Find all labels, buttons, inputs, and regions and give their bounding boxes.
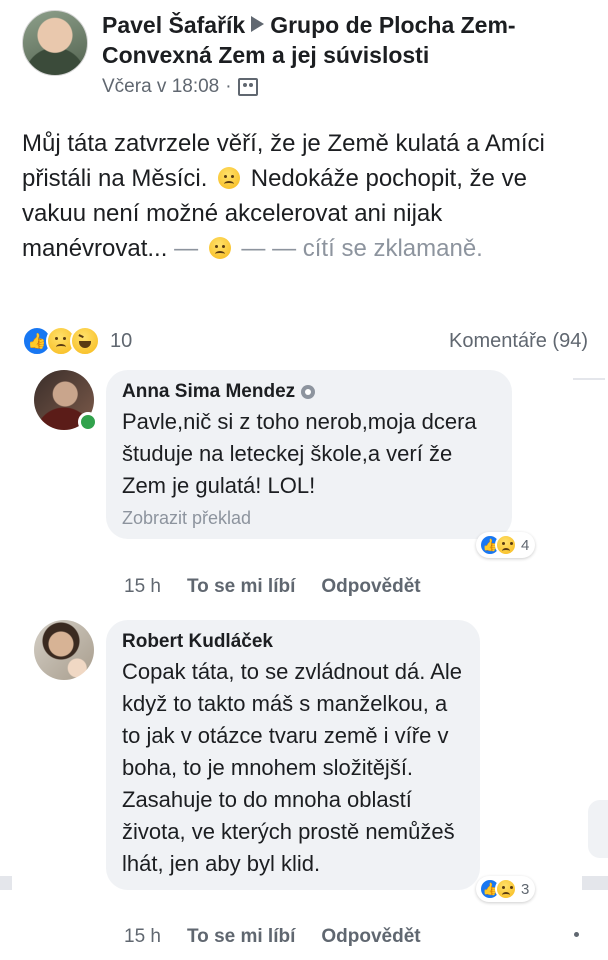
comment-author[interactable]: Robert Kudláček xyxy=(122,630,273,654)
feeling-dash-2: — — xyxy=(241,235,297,262)
online-status-dot xyxy=(78,412,98,432)
feeling-dash: — xyxy=(174,235,199,262)
author-name-link[interactable]: Pavel Šafařík xyxy=(102,12,245,38)
post-meta: Včera v 18:08 · xyxy=(102,76,602,98)
comment-time[interactable]: 15 h xyxy=(124,926,161,948)
like-button[interactable]: To se mi líbí xyxy=(187,576,295,598)
side-handle[interactable] xyxy=(588,800,608,858)
more-indicator xyxy=(574,932,579,937)
comment-actions: 15 h To se mi líbí Odpovědět xyxy=(124,926,421,948)
comment-text: Copak táta, to se zvládnout dá. Ale když… xyxy=(122,659,463,876)
comment-author-row: Robert Kudláček xyxy=(122,630,464,654)
badge-icon xyxy=(301,385,316,399)
reaction-count[interactable]: 10 xyxy=(110,330,132,353)
comment-author-row: Anna Sima Mendez xyxy=(122,380,496,404)
arrow-right-icon xyxy=(251,16,265,32)
sad-reaction-icon xyxy=(495,534,517,556)
scroll-edge-left xyxy=(0,876,12,890)
post-title-line-1: Pavel Šafařík Grupo de Plocha Zem- xyxy=(102,10,602,40)
comment-time[interactable]: 15 h xyxy=(124,576,161,598)
divider xyxy=(573,378,605,380)
comment-reactions[interactable]: 👍 3 xyxy=(476,876,536,902)
disappointed-face-icon xyxy=(208,237,231,259)
group-icon xyxy=(237,78,258,96)
author-avatar[interactable] xyxy=(22,10,88,76)
meta-separator: · xyxy=(225,76,232,97)
group-name-link-line-2[interactable]: Convexná Zem a jej súvislosti xyxy=(102,40,602,70)
comment-author[interactable]: Anna Sima Mendez xyxy=(122,380,295,404)
comment-bubble: Robert Kudláček Copak táta, to se zvládn… xyxy=(106,620,480,890)
post-body: Můj táta zatvrzele věří, že je Země kula… xyxy=(22,126,592,266)
comment-reactions[interactable]: 👍 4 xyxy=(476,532,536,558)
comments-count-link[interactable]: Komentáře (94) xyxy=(449,330,588,353)
comment-reaction-count: 4 xyxy=(521,536,530,554)
group-name-link[interactable]: Grupo de Plocha Zem- xyxy=(270,12,515,38)
reply-button[interactable]: Odpovědět xyxy=(321,926,420,948)
sad-reaction-icon xyxy=(495,878,517,900)
comment-actions: 15 h To se mi líbí Odpovědět xyxy=(124,576,421,598)
header-text: Pavel Šafařík Grupo de Plocha Zem- Convex… xyxy=(102,10,602,98)
see-translation-link[interactable]: Zobrazit překlad xyxy=(122,508,496,529)
comment-text: Pavle,nič si z toho nerob,moja dcera štu… xyxy=(122,409,477,498)
feeling-text[interactable]: cítí se zklamaně. xyxy=(303,235,483,262)
comment-reaction-count: 3 xyxy=(521,880,530,898)
haha-reaction-icon[interactable] xyxy=(70,326,100,356)
comment-bubble: Anna Sima Mendez Pavle,nič si z toho ner… xyxy=(106,370,512,539)
reply-button[interactable]: Odpovědět xyxy=(321,576,420,598)
post-reactions-row: 👍 10 Komentáře (94) xyxy=(22,326,588,356)
avatar[interactable] xyxy=(34,620,94,680)
post-timestamp[interactable]: Včera v 18:08 xyxy=(102,76,219,98)
sad-face-icon xyxy=(218,167,241,189)
scroll-edge-right xyxy=(582,876,608,890)
like-button[interactable]: To se mi líbí xyxy=(187,926,295,948)
